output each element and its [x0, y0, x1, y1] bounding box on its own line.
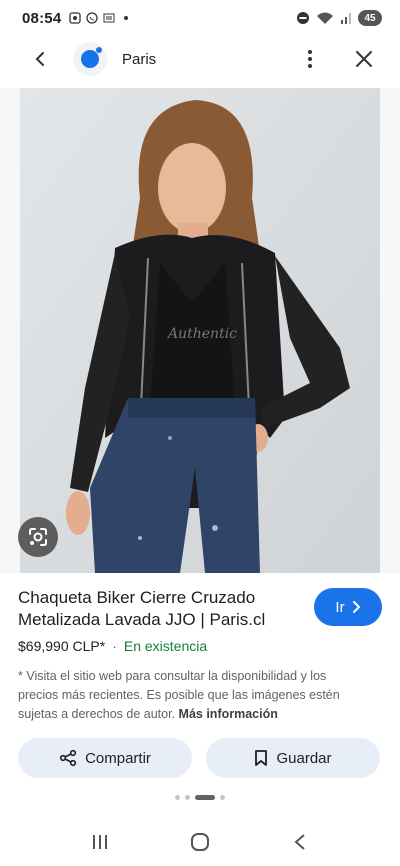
status-time: 08:54: [22, 9, 62, 27]
separator: ·: [112, 638, 117, 654]
whatsapp-icon: [86, 12, 99, 24]
price: $69,990 CLP*: [18, 638, 106, 654]
save-button[interactable]: Guardar: [206, 738, 380, 778]
bookmark-icon: [255, 750, 268, 766]
app-notification-icon: [103, 13, 115, 23]
recent-apps-button[interactable]: [80, 822, 120, 862]
recent-apps-icon: [93, 835, 107, 849]
page-indicator: [0, 795, 400, 800]
more-info-link[interactable]: Más información: [179, 707, 278, 721]
close-icon: [356, 51, 372, 67]
back-nav-button[interactable]: [280, 822, 320, 862]
site-logo: [73, 42, 107, 76]
dot-icon: [124, 16, 129, 20]
close-button[interactable]: [348, 43, 380, 75]
stock-status: En existencia: [123, 638, 208, 654]
share-label: Compartir: [85, 749, 151, 767]
image-viewer[interactable]: Authentic: [0, 88, 400, 573]
page-dot: [220, 795, 225, 800]
signal-icon: [341, 13, 351, 24]
go-label: Ir: [335, 598, 345, 616]
lens-icon: [29, 528, 47, 546]
product-image: Authentic: [20, 88, 380, 573]
share-icon: [59, 749, 77, 767]
page-dot: [185, 795, 190, 800]
status-bar: 08:54 45: [0, 0, 400, 36]
page-dot-active: [195, 795, 215, 800]
home-icon: [191, 833, 209, 851]
price-row: $69,990 CLP* · En existencia: [18, 638, 207, 654]
system-icons: 45: [296, 10, 382, 26]
paris-logo-icon: [81, 47, 102, 68]
wifi-icon: [317, 12, 333, 24]
go-to-site-button[interactable]: Ir: [314, 588, 382, 626]
notification-icons: [69, 12, 132, 24]
system-nav-bar: [0, 818, 400, 866]
more-vert-icon: [308, 50, 312, 68]
site-name: Paris: [122, 50, 157, 68]
chevron-left-icon: [35, 52, 44, 66]
product-title[interactable]: Chaqueta Biker Cierre Cruzado Metalizada…: [18, 587, 308, 631]
screenshot-icon: [69, 12, 82, 24]
battery-indicator: 45: [358, 10, 382, 26]
save-label: Guardar: [276, 749, 332, 767]
page-dot: [175, 795, 180, 800]
chevron-right-icon: [352, 601, 360, 613]
home-button[interactable]: [180, 822, 220, 862]
share-button[interactable]: Compartir: [18, 738, 192, 778]
do-not-disturb-icon: [297, 12, 309, 24]
app-bar: Paris: [0, 36, 400, 82]
product-photo: Authentic: [20, 88, 380, 573]
svg-text:Authentic: Authentic: [166, 326, 237, 342]
more-options-button[interactable]: [294, 43, 326, 75]
google-lens-button[interactable]: [18, 517, 58, 557]
back-nav-icon: [294, 834, 305, 850]
disclaimer: * Visita el sitio web para consultar la …: [18, 667, 368, 724]
back-button[interactable]: [24, 43, 56, 75]
